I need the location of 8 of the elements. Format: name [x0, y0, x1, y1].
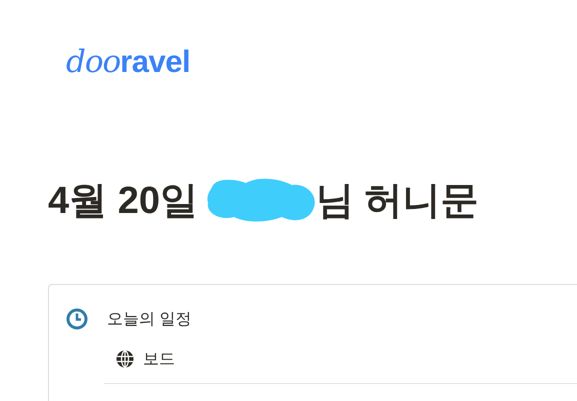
- globe-icon: [116, 350, 134, 368]
- clock-icon: [66, 308, 88, 330]
- logo-text: ravel: [120, 44, 190, 80]
- page-title: 님 허니문: [316, 178, 479, 224]
- board-link[interactable]: 보드: [143, 348, 175, 370]
- page-title: 4월 20일: [48, 178, 198, 224]
- section-heading: 오늘의 일정: [107, 310, 192, 330]
- logo-text: doo: [66, 44, 120, 80]
